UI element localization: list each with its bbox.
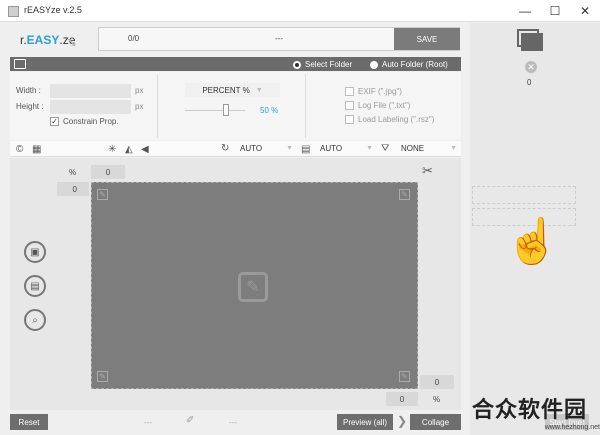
height-label: Height :	[16, 102, 44, 111]
bottom-percent-symbol: %	[433, 395, 441, 404]
grid-icon[interactable]: ▦	[32, 144, 41, 155]
edit-corner-icon[interactable]: ✎	[399, 189, 410, 200]
left-value-field[interactable]: 0	[57, 182, 89, 196]
watermark: 合众软件园 www.hezhong.net	[472, 392, 600, 432]
chevron-down-icon: ▼	[450, 145, 458, 152]
resize-mode-value: PERCENT %	[202, 85, 250, 95]
resize-mode-dropdown[interactable]: PERCENT % ▼	[185, 83, 280, 97]
rotate-icon[interactable]: ↻	[221, 143, 229, 154]
flip-icon[interactable]: ◀	[141, 144, 149, 155]
width-unit: px	[135, 86, 144, 95]
separator-dots: ---	[229, 418, 237, 427]
rotate-dropdown[interactable]: AUTO ▼	[240, 144, 293, 153]
zoom-icon[interactable]: ⌕	[24, 309, 46, 331]
bottom-right-value-field[interactable]: 0	[420, 375, 454, 389]
exif-label: EXIF (".jpg")	[358, 87, 402, 96]
select-folder-option[interactable]: Select Folder	[293, 60, 352, 69]
format-icon[interactable]: ▤	[301, 144, 310, 155]
ruler-icon[interactable]: ✐	[186, 415, 194, 426]
edit-corner-icon[interactable]: ✎	[97, 189, 108, 200]
log-option[interactable]: Log File (".txt")	[345, 101, 410, 110]
exif-checkbox[interactable]	[345, 87, 354, 96]
toolbar	[10, 141, 461, 157]
watermark-url: www.hezhong.net	[544, 424, 600, 431]
file-name: ---	[275, 34, 283, 43]
collage-button[interactable]: Collage	[410, 414, 461, 430]
log-label: Log File (".txt")	[358, 101, 411, 110]
minimize-button[interactable]: —	[510, 0, 540, 22]
rotate-value: AUTO	[240, 144, 263, 153]
height-field[interactable]	[50, 100, 131, 114]
document-icon[interactable]: ▤	[24, 275, 46, 297]
chevron-down-icon: ▼	[286, 145, 294, 152]
constrain-checkbox[interactable]: ✓	[50, 117, 59, 126]
chevron-down-icon: ▼	[366, 145, 374, 152]
filter-icon[interactable]: ⛛	[381, 143, 389, 154]
save-icon[interactable]: ▣	[24, 241, 46, 263]
filter-value: NONE	[401, 144, 425, 153]
top-value-field[interactable]: 0	[91, 165, 125, 179]
log-checkbox[interactable]	[345, 101, 354, 110]
height-unit: px	[135, 102, 144, 111]
edit-icon[interactable]: ✎	[238, 272, 268, 302]
percent-slider[interactable]	[185, 110, 245, 111]
queue-count: 0	[527, 78, 532, 87]
edit-corner-icon[interactable]: ✎	[399, 371, 410, 382]
separator-dots: ---	[144, 418, 152, 427]
clear-icon[interactable]: ✕	[525, 61, 537, 73]
app-icon	[8, 6, 19, 17]
brightness-icon[interactable]: ✳	[108, 144, 116, 155]
arrow-right-icon: ❯	[397, 414, 408, 428]
window-title: rEASYze v.2.5	[24, 5, 82, 15]
auto-folder-label: Auto Folder (Root)	[382, 60, 448, 69]
auto-folder-radio[interactable]	[370, 60, 378, 69]
select-folder-label: Select Folder	[305, 60, 353, 69]
watermark-text: 合众软件园	[472, 398, 588, 423]
divider	[305, 74, 306, 138]
constrain-option[interactable]: ✓ Constrain Prop.	[50, 117, 119, 126]
folder-icon[interactable]	[14, 59, 26, 69]
load-option[interactable]: Load Labeling (".rsz")	[345, 115, 434, 124]
exif-option[interactable]: EXIF (".jpg")	[345, 87, 402, 96]
width-field[interactable]	[50, 84, 131, 98]
layers-icon[interactable]	[517, 29, 543, 51]
preview-button[interactable]: Preview (all)	[337, 414, 393, 430]
bottom-value-field[interactable]: 0	[386, 392, 418, 406]
auto-folder-option[interactable]: Auto Folder (Root)	[370, 60, 448, 69]
edit-corner-icon[interactable]: ✎	[97, 371, 108, 382]
file-count: 0/0	[128, 34, 140, 43]
format-dropdown[interactable]: AUTO ▼	[320, 144, 373, 153]
drop-zone[interactable]	[472, 186, 576, 204]
chevron-down-icon: ▼	[255, 86, 263, 94]
constrain-label: Constrain Prop.	[63, 117, 119, 126]
title-bar: rEASYze v.2.5 — ☐ ✕	[0, 0, 600, 22]
maximize-button[interactable]: ☐	[540, 0, 570, 22]
divider	[157, 74, 158, 138]
drag-hand-icon: ☝	[505, 217, 560, 266]
width-label: Width :	[16, 86, 41, 95]
copyright-icon[interactable]: ©	[16, 144, 23, 155]
save-button[interactable]: SAVE	[394, 28, 460, 50]
close-button[interactable]: ✕	[570, 0, 600, 22]
reset-button[interactable]: Reset	[10, 414, 48, 430]
load-checkbox[interactable]	[345, 115, 354, 124]
arrow-icon: ➘	[66, 34, 78, 50]
percent-symbol: %	[69, 168, 77, 177]
filter-dropdown[interactable]: NONE ▼	[401, 144, 457, 153]
crop-icon[interactable]: ✂	[422, 163, 433, 179]
select-folder-radio[interactable]	[293, 60, 301, 69]
percent-value: 50 %	[260, 106, 279, 115]
contrast-icon[interactable]: ◭	[125, 144, 133, 155]
slider-handle[interactable]	[223, 104, 229, 116]
format-value: AUTO	[320, 144, 343, 153]
load-label: Load Labeling (".rsz")	[358, 115, 435, 124]
